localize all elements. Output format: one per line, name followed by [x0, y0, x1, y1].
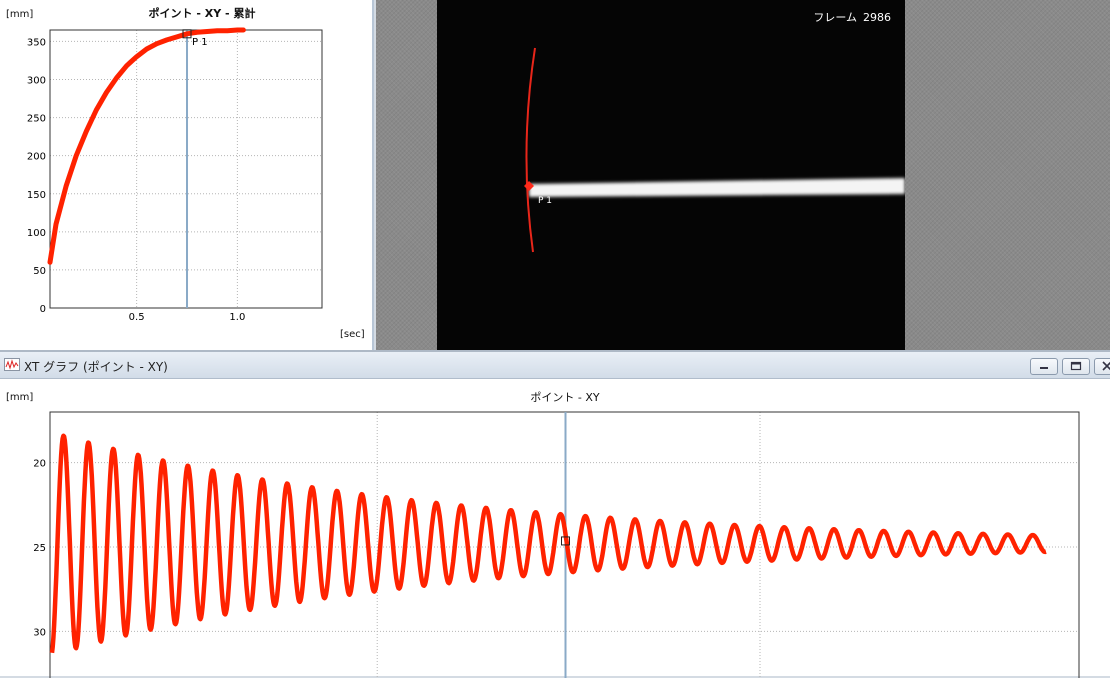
cumulative-series	[47, 27, 246, 265]
y-tick-label: 30	[33, 627, 46, 638]
xt-graph-window: XT グラフ (ポイント - XY) [mm] ポイント - XY 30 25 20	[0, 350, 1110, 678]
y-tick-label: 50	[33, 266, 46, 277]
trajectory-arc	[525, 47, 536, 253]
x-tick-label: 1.0	[229, 312, 245, 323]
cursor-marker-label: P 1	[192, 37, 208, 48]
tracking-point-label: P 1	[538, 196, 552, 206]
plot-frame	[49, 29, 323, 309]
y-tick-label: 20	[33, 459, 46, 470]
cumulative-chart-panel: [mm] ポイント - XY - 累計 [sec] 0 50 100 150 200 25…	[0, 0, 374, 350]
y-tick-label: 200	[27, 152, 46, 163]
y-tick-label: 100	[27, 228, 46, 239]
y-tick-label: 250	[27, 114, 46, 125]
y-tick-label: 300	[27, 76, 46, 87]
xt-plot: 30 25 20	[33, 411, 1080, 678]
y-tick-label: 25	[33, 543, 46, 554]
y-tick-label: 0	[40, 304, 46, 315]
bright-beam	[529, 178, 905, 197]
y-tick-label: 150	[27, 190, 46, 201]
oscillation-series	[49, 433, 1048, 654]
video-frame-view: フレーム 2986 P 1	[437, 0, 905, 350]
y-tick-label: 350	[27, 37, 46, 48]
cumulative-plot: 0 50 100 150 200 250 300 350 0.5 1.0 P 1	[27, 27, 323, 323]
x-tick-label: 0.5	[129, 312, 145, 323]
video-overlay: P 1	[524, 47, 905, 253]
